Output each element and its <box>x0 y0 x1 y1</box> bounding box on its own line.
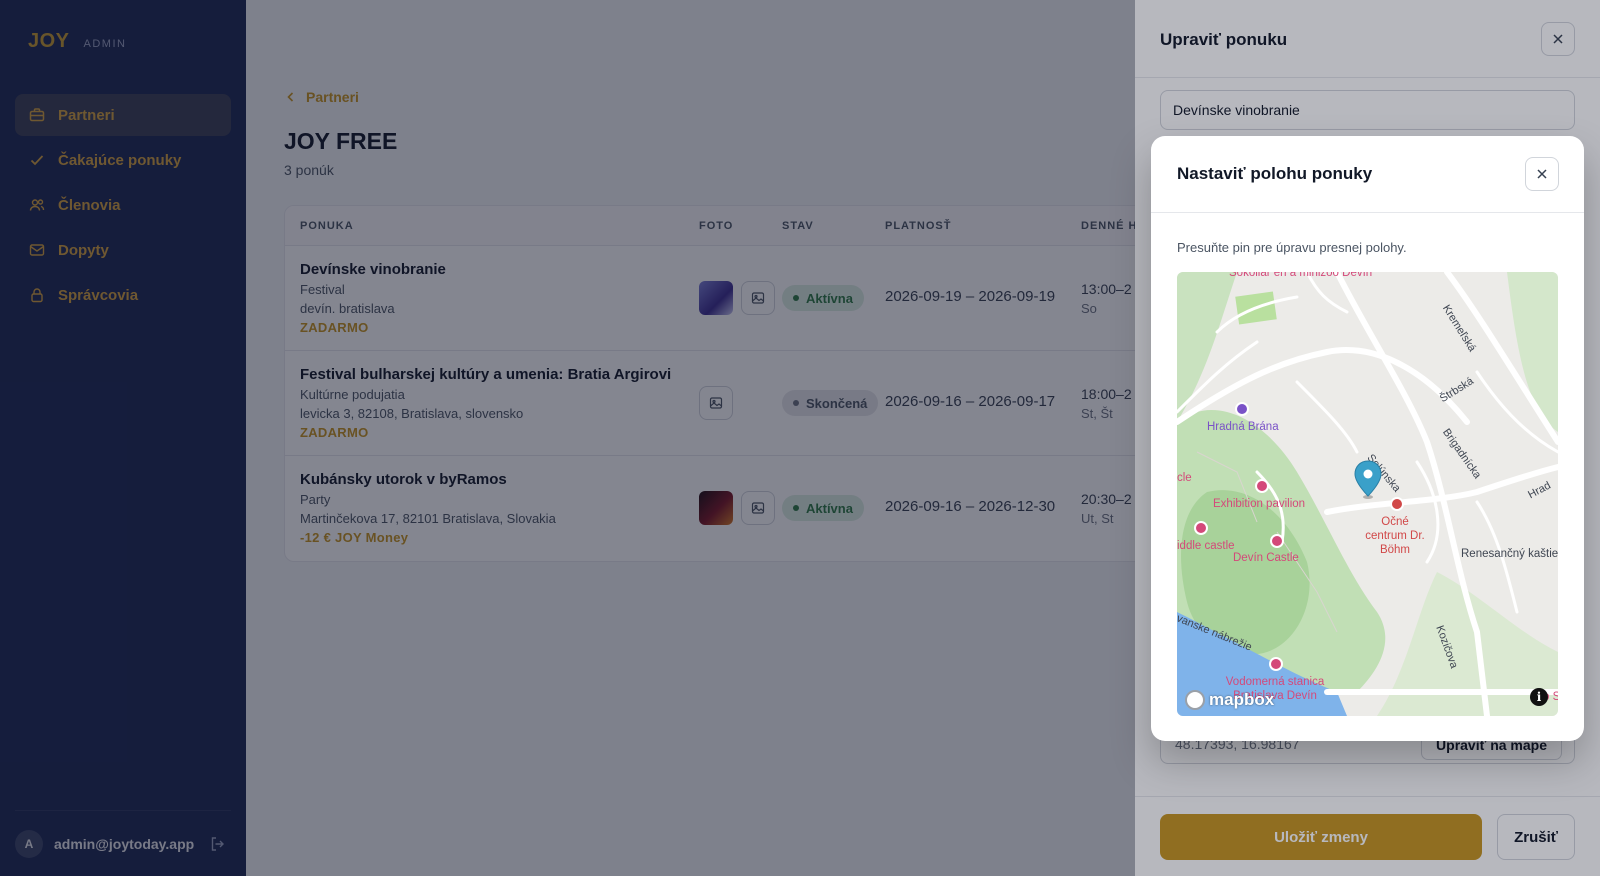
modal-hint: Presuňte pin pre úpravu presnej polohy. <box>1177 240 1407 255</box>
gate-poi-icon <box>1235 402 1249 416</box>
modal-title: Nastaviť polohu ponuky <box>1177 164 1373 183</box>
map-label-fragment-left: cle <box>1177 472 1192 484</box>
mapbox-attribution[interactable]: mapbox <box>1185 690 1274 710</box>
mapbox-label: mapbox <box>1209 690 1275 709</box>
info-icon[interactable]: i <box>1530 688 1548 706</box>
close-icon <box>1537 169 1547 179</box>
mapbox-logo-icon <box>1185 690 1205 710</box>
map-label-exhibition: Exhibition pavilion <box>1213 498 1306 510</box>
map-label-minizoo: Sokoliar en a minizoo Devín <box>1229 272 1373 279</box>
castle-poi-icon <box>1194 521 1208 535</box>
water-station-poi-icon <box>1269 657 1283 671</box>
location-modal: Nastaviť polohu ponuky Presuňte pin pre … <box>1151 136 1584 741</box>
map-label-ocne-centrum: Očné centrum Dr. Böhm <box>1365 516 1425 556</box>
castle-poi-icon <box>1270 534 1284 548</box>
map-label-renesancny: Renesančný kaštie <box>1461 548 1558 560</box>
location-pin-icon[interactable] <box>1353 460 1383 500</box>
optician-poi-icon <box>1390 497 1404 511</box>
map-label-hradna-brana: Hradná Brána <box>1207 421 1279 433</box>
modal-close-button[interactable] <box>1525 157 1559 191</box>
location-map[interactable]: Sokoliar en a minizoo Devín Hradná Brána… <box>1177 272 1558 716</box>
map-label-middle-castle: iddle castle <box>1177 540 1235 552</box>
map-label-devin-castle: Devín Castle <box>1233 552 1299 564</box>
pavilion-poi-icon <box>1255 479 1269 493</box>
modal-header: Nastaviť polohu ponuky <box>1151 136 1584 213</box>
